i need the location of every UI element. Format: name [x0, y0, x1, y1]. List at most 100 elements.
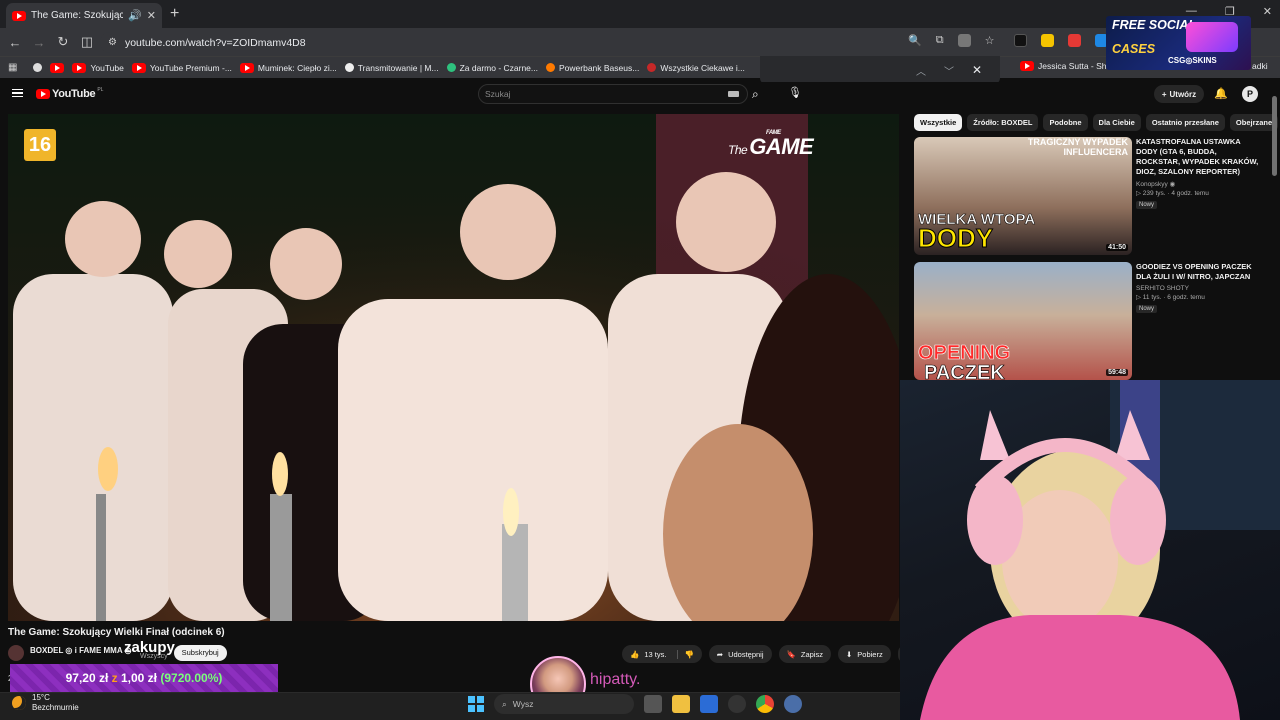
age-rating-badge: 16	[24, 129, 56, 161]
chip-for-you[interactable]: Dla Ciebie	[1092, 114, 1141, 131]
youtube-logo[interactable]: YouTube PL	[36, 87, 103, 100]
menu-icon[interactable]	[12, 89, 23, 97]
video-player[interactable]: 16 The FAME GAME	[8, 114, 899, 621]
subscribe-button[interactable]: Subskrybuj	[173, 645, 227, 661]
share-button[interactable]: ➦ Udostępnij	[708, 645, 772, 663]
close-find-icon[interactable]: ✕	[972, 63, 982, 77]
youtube-bookmark-icon[interactable]	[50, 62, 65, 73]
duration-badge: 59:48	[1106, 369, 1128, 376]
settings-icon[interactable]	[784, 695, 802, 713]
windows-start-icon[interactable]	[468, 696, 484, 712]
scrollbar[interactable]	[1272, 96, 1277, 176]
avatar[interactable]: P	[1242, 86, 1258, 102]
chip-similar[interactable]: Podobne	[1043, 114, 1088, 131]
tab-strip	[0, 0, 1280, 28]
channel-avatar[interactable]	[8, 645, 24, 661]
bookmark-other[interactable]: adki	[1252, 61, 1268, 71]
moon-icon	[12, 696, 26, 710]
donation-goal-bar: 97,20 zł z 1,00 zł (9720.00%)	[10, 664, 278, 692]
back-icon[interactable]: ←	[3, 35, 27, 50]
chevron-down-icon[interactable]: ﹀	[944, 63, 954, 78]
chevron-up-icon[interactable]: ︿	[916, 63, 926, 78]
ad-banner[interactable]: FREE SOCIAL CASES CSG◎SKINS	[1106, 16, 1251, 70]
video-title: The Game: Szokujący Wielki Finał (odcine…	[8, 627, 225, 638]
address-bar[interactable]: ⚙ youtube.com/watch?v=ZOIDmamv4D8	[100, 32, 990, 53]
reader-icon[interactable]	[957, 34, 971, 47]
like-button[interactable]: 👍 13 tys. 👎	[622, 645, 702, 663]
video-frame	[8, 114, 899, 621]
recommendation-item[interactable]: TRAGICZNY WYPADEK INFLUENCERA WIELKA WTO…	[914, 137, 1274, 255]
store-icon[interactable]	[700, 695, 718, 713]
bookmark-icon[interactable]	[33, 63, 43, 72]
bookmark-muminek[interactable]: Muminek: Ciepło zi...	[239, 62, 337, 73]
youtube-play-icon	[36, 89, 50, 99]
bookmark-wszystkie[interactable]: Wszystkie Ciekawe i...	[647, 63, 745, 73]
streamer-name: hipatty.	[590, 671, 641, 688]
webcam-overlay	[900, 380, 1280, 720]
side-panel-icon[interactable]: ◫	[75, 34, 99, 50]
find-bar: ︿ ﹀ ✕	[760, 56, 1000, 84]
recommendation-thumbnail[interactable]: TRAGICZNY WYPADEK INFLUENCERA WIELKA WTO…	[914, 137, 1132, 255]
search-input[interactable]: Szukaj	[478, 84, 748, 104]
recommendation-meta: ▷ 11 tys. · 6 godz. temu	[1136, 294, 1205, 301]
zoom-icon[interactable]: 🔍	[908, 34, 922, 47]
new-tab-button[interactable]: +	[170, 5, 179, 23]
search-icon[interactable]: ⌕	[752, 87, 759, 102]
thumbs-down-icon: 👎	[677, 649, 694, 659]
microphone-icon[interactable]: 🎙	[788, 86, 802, 99]
chip-recent[interactable]: Ostatnio przesłane	[1145, 114, 1225, 131]
bell-icon[interactable]: 🔔	[1214, 87, 1228, 100]
file-explorer-icon[interactable]	[672, 695, 690, 713]
keyboard-icon[interactable]	[728, 91, 739, 97]
extension-icons: 🔍 ⧉ ☆	[908, 34, 1109, 47]
close-tab-icon[interactable]: ✕	[147, 9, 156, 22]
task-view-icon[interactable]	[644, 695, 662, 713]
bookmark-jessica[interactable]: Jessica Sutta - Show	[1020, 61, 1117, 71]
video-actions: 👍13 tys.👎 ➦Udostępnij 🔖Zapisz ⬇Pobierz ⋯	[622, 645, 914, 663]
site-info-icon[interactable]: ⚙	[108, 37, 117, 48]
recommendation-item[interactable]: OPENING PACZEK 59:48 GOODIEZ VS OPENING …	[914, 262, 1274, 380]
search-icon: ⌕	[502, 698, 507, 709]
bookmark-za-darmo[interactable]: Za darmo - Czarne...	[446, 63, 538, 73]
recommendation-channel[interactable]: SERHITO SHOTY	[1136, 285, 1262, 292]
recommendation-title[interactable]: GOODIEZ VS OPENING PACZEK DLA ŻULI I W/ …	[1136, 262, 1262, 282]
taskbar-search[interactable]: ⌕ Wysz	[494, 694, 634, 714]
chip-watched[interactable]: Obejrzane	[1229, 114, 1279, 131]
extension-icon[interactable]	[1041, 34, 1055, 47]
bookmark-transmitowanie[interactable]: Transmitowanie | M...	[344, 63, 439, 73]
chrome-icon[interactable]	[756, 695, 774, 713]
tab-title: The Game: Szokujący Wielki	[31, 10, 124, 21]
create-button[interactable]: + Utwórz	[1154, 85, 1204, 103]
speaker-icon[interactable]: 🔊	[128, 9, 142, 22]
bookmark-icon: 🔖	[786, 649, 796, 659]
bookmark-youtube-premium[interactable]: YouTube Premium -...	[131, 62, 232, 73]
save-button[interactable]: 🔖 Zapisz	[778, 645, 831, 663]
plus-icon: +	[1161, 89, 1167, 99]
new-badge: Nowy	[1136, 305, 1158, 313]
instagram-icon	[1186, 22, 1238, 52]
extension-icon[interactable]	[1014, 34, 1028, 47]
close-window-icon[interactable]: ✕	[1263, 5, 1272, 18]
chip-source[interactable]: Źródło: BOXDEL	[967, 114, 1039, 131]
bookmark-powerbank[interactable]: Powerbank Baseus...	[546, 63, 639, 73]
youtube-favicon-icon	[12, 10, 26, 21]
weather-widget[interactable]: 15°C Bezchmurnie	[12, 693, 79, 713]
recommendation-thumbnail[interactable]: OPENING PACZEK 59:48	[914, 262, 1132, 380]
obs-icon[interactable]	[728, 695, 746, 713]
overlay-zakupy-text: zakupy	[124, 639, 175, 656]
bookmark-star-icon[interactable]: ☆	[985, 34, 995, 47]
recommendation-title[interactable]: KATASTROFALNA USTAWKA DODY (GTA 6, BUDDA…	[1136, 137, 1262, 177]
recommendation-channel[interactable]: Konopskyy ◉	[1136, 180, 1262, 188]
url-text: youtube.com/watch?v=ZOIDmamv4D8	[124, 36, 306, 49]
download-button[interactable]: ⬇ Pobierz	[837, 645, 891, 663]
install-icon[interactable]: ⧉	[936, 34, 944, 47]
new-badge: Nowy	[1136, 201, 1158, 209]
streamer-webcam	[920, 380, 1280, 720]
browser-tab[interactable]: The Game: Szokujący Wielki 🔊 ✕	[6, 3, 162, 28]
bookmark-youtube[interactable]: YouTube	[72, 62, 124, 73]
extension-icon[interactable]	[1068, 34, 1082, 47]
apps-grid-icon[interactable]: ▦	[8, 62, 17, 73]
forward-icon[interactable]: →	[27, 35, 51, 50]
chip-all[interactable]: Wszystkie	[914, 114, 963, 131]
reload-icon[interactable]: ↻	[51, 34, 75, 50]
